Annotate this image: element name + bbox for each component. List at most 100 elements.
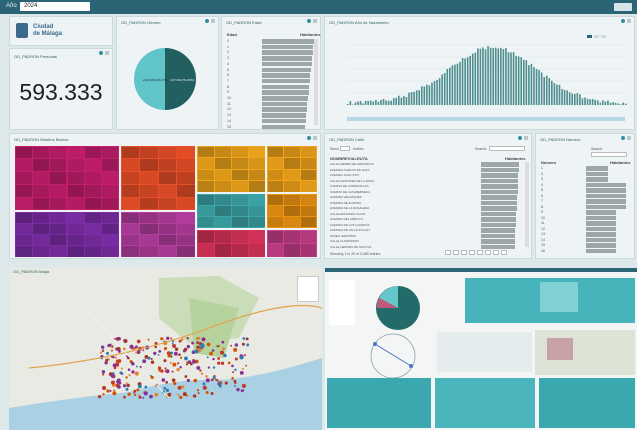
expand-icon[interactable] <box>621 136 625 140</box>
birth-bar[interactable] <box>457 64 459 105</box>
treemap-barrio[interactable] <box>33 213 49 223</box>
habitantes-col-header[interactable]: Habitantes <box>610 160 630 165</box>
treemap-barrio[interactable] <box>177 159 195 171</box>
birth-bar[interactable] <box>566 90 568 105</box>
birth-bar[interactable] <box>582 98 584 105</box>
birth-bar[interactable] <box>426 85 428 105</box>
treemap-barrio[interactable] <box>215 147 231 158</box>
birth-bar[interactable] <box>434 81 436 105</box>
birth-bar[interactable] <box>589 99 591 105</box>
birth-bar[interactable] <box>599 103 601 105</box>
treemap-barrio[interactable] <box>177 235 195 245</box>
treemap-barrio[interactable] <box>16 185 32 197</box>
birth-bar[interactable] <box>510 52 512 105</box>
treemap-barrio[interactable] <box>50 224 66 234</box>
treemap-barrio[interactable] <box>249 147 265 158</box>
birth-bar[interactable] <box>602 100 604 105</box>
treemap-barrio[interactable] <box>284 147 300 158</box>
birth-bar[interactable] <box>536 69 538 105</box>
treemap-barrio[interactable] <box>85 185 101 197</box>
treemap-barrio[interactable] <box>177 147 195 159</box>
birth-bar[interactable] <box>592 99 594 105</box>
birth-bar[interactable] <box>531 64 533 105</box>
menu-icon[interactable] <box>211 19 215 23</box>
treemap-barrio[interactable] <box>102 147 118 159</box>
treemap-barrio[interactable] <box>122 224 140 234</box>
birth-bar[interactable] <box>441 74 443 105</box>
birth-bar[interactable] <box>390 101 392 105</box>
birth-bar[interactable] <box>444 73 446 105</box>
birth-bar[interactable] <box>436 80 438 105</box>
treemap-barrio[interactable] <box>122 213 140 223</box>
birth-bar[interactable] <box>367 101 369 105</box>
treemap-barrio[interactable] <box>33 172 49 184</box>
birth-bar[interactable] <box>513 52 515 105</box>
birth-bar[interactable] <box>370 101 372 105</box>
birth-bar[interactable] <box>556 85 558 105</box>
treemap-barrio[interactable] <box>232 158 248 169</box>
birth-bar[interactable] <box>617 104 619 105</box>
birth-bar[interactable] <box>528 65 530 105</box>
treemap-district[interactable] <box>197 146 265 192</box>
treemap-barrio[interactable] <box>102 159 118 171</box>
edad-col-header[interactable]: Edad <box>227 32 237 37</box>
entries-select[interactable] <box>340 146 350 151</box>
treemap-barrio[interactable] <box>198 231 214 244</box>
birth-bar[interactable] <box>352 104 354 105</box>
page-button[interactable] <box>485 250 491 255</box>
birth-bar[interactable] <box>490 48 492 105</box>
treemap-barrio[interactable] <box>33 147 49 159</box>
birth-bar[interactable] <box>577 93 579 105</box>
treemap-barrio[interactable] <box>16 224 32 234</box>
treemap-barrio[interactable] <box>50 147 66 159</box>
treemap-barrio[interactable] <box>284 206 300 216</box>
treemap-barrio[interactable] <box>177 198 195 210</box>
birth-bar[interactable] <box>546 76 548 105</box>
expand-icon[interactable] <box>205 19 209 23</box>
treemap-barrio[interactable] <box>33 246 49 256</box>
treemap-district[interactable] <box>267 194 317 228</box>
treemap-barrio[interactable] <box>159 235 177 245</box>
treemap-barrio[interactable] <box>122 198 140 210</box>
treemap-barrio[interactable] <box>215 244 231 257</box>
treemap-barrio[interactable] <box>159 213 177 223</box>
treemap-barrio[interactable] <box>159 147 177 159</box>
birth-bar[interactable] <box>378 102 380 105</box>
treemap-barrio[interactable] <box>122 246 140 256</box>
treemap-barrio[interactable] <box>122 159 140 171</box>
treemap-barrio[interactable] <box>159 246 177 256</box>
page-button[interactable] <box>453 250 459 255</box>
treemap-district[interactable] <box>197 230 265 257</box>
birth-bar[interactable] <box>500 48 502 105</box>
treemap-barrio[interactable] <box>268 231 284 244</box>
birth-bar[interactable] <box>571 94 573 105</box>
treemap-barrio[interactable] <box>50 246 66 256</box>
treemap-barrio[interactable] <box>102 172 118 184</box>
birth-bar[interactable] <box>467 57 469 105</box>
treemap-barrio[interactable] <box>198 206 214 216</box>
treemap-barrio[interactable] <box>140 147 158 159</box>
treemap-barrio[interactable] <box>301 158 317 169</box>
birth-bar[interactable] <box>508 52 510 105</box>
birth-bar[interactable] <box>380 100 382 105</box>
treemap-barrio[interactable] <box>159 159 177 171</box>
birth-bar[interactable] <box>518 56 520 105</box>
birth-bar[interactable] <box>610 103 612 105</box>
treemap-district[interactable] <box>121 146 195 210</box>
birth-bar[interactable] <box>523 60 525 105</box>
birth-bar[interactable] <box>625 104 627 105</box>
treemap-barrio[interactable] <box>232 147 248 158</box>
treemap-barrio[interactable] <box>16 147 32 159</box>
treemap-barrio[interactable] <box>102 213 118 223</box>
treemap-barrio[interactable] <box>68 246 84 256</box>
treemap-barrio[interactable] <box>85 224 101 234</box>
treemap-barrio[interactable] <box>198 195 214 205</box>
treemap-barrio[interactable] <box>159 185 177 197</box>
treemap-barrio[interactable] <box>68 213 84 223</box>
calle-scrollbar[interactable] <box>525 162 529 247</box>
expand-icon[interactable] <box>621 19 625 23</box>
birth-bar[interactable] <box>597 100 599 105</box>
treemap-barrio[interactable] <box>122 147 140 159</box>
filter-button[interactable] <box>614 3 632 11</box>
birth-bar[interactable] <box>515 56 517 105</box>
